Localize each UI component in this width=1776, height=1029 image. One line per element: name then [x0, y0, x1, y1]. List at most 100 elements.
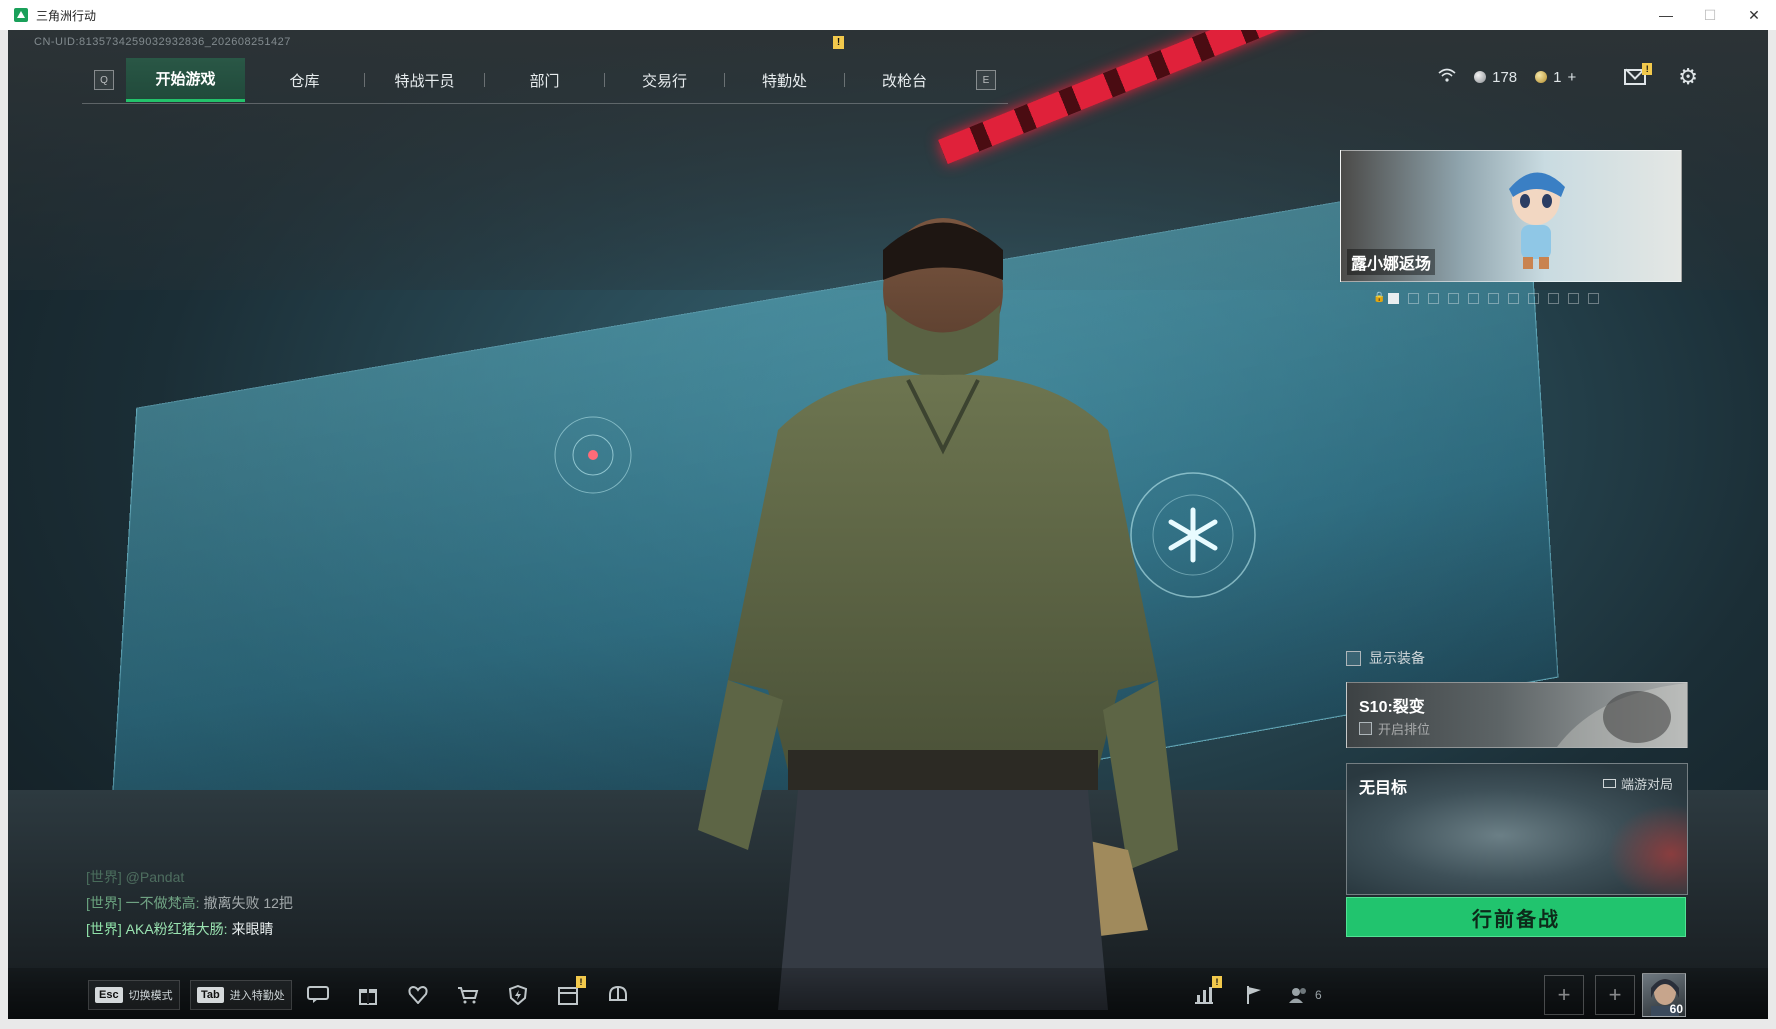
banner-lock-icon: 🔒 — [1373, 292, 1386, 303]
season-card[interactable]: S10:裂变 开启排位 — [1346, 682, 1688, 748]
nav-prev-key[interactable]: Q — [94, 70, 114, 90]
currency-silver-amount: 178 — [1492, 68, 1518, 86]
silver-coin-icon — [1474, 71, 1487, 83]
map-card[interactable]: 无目标 端游对局 — [1346, 763, 1688, 895]
team-slot-add-button[interactable]: + — [1595, 975, 1635, 1015]
operator-character — [698, 218, 1178, 1010]
switch-mode-hotkey[interactable]: Esc 切换模式 — [88, 980, 180, 1010]
currency-gold[interactable]: 1 + — [1535, 69, 1576, 86]
banner-dot[interactable] — [1528, 292, 1539, 304]
tab-department[interactable]: 部门 — [485, 58, 604, 102]
team-slot-add-button[interactable]: + — [1544, 975, 1584, 1015]
chat-sender: @Pandat — [125, 869, 185, 885]
chat-icon[interactable] — [304, 982, 332, 1008]
minimize-button[interactable]: — — [1644, 0, 1688, 30]
game-viewport: CN-UID:8135734259032932836_202608251427 … — [8, 30, 1768, 1019]
chat-sender: 一不做梵高: — [125, 895, 200, 911]
chat-line: [世界] 一不做梵高: 撤离失败 12把 — [86, 890, 293, 916]
tab-operators[interactable]: 特战干员 — [365, 58, 484, 102]
banner-character — [1509, 172, 1565, 269]
hotkey-key: Esc — [95, 987, 123, 1003]
calendar-badge: ! — [576, 976, 586, 988]
banner-dot[interactable] — [1388, 292, 1399, 304]
hotkey-label: 进入特勤处 — [229, 990, 285, 1002]
tab-special-ops-label: 特勤处 — [761, 72, 807, 90]
shop-icon[interactable] — [454, 982, 482, 1008]
hotkey-key: Tab — [197, 987, 224, 1003]
prepare-battle-button[interactable]: 行前备战 — [1346, 897, 1686, 937]
ranked-label: 开启排位 — [1378, 722, 1431, 737]
show-gear-toggle[interactable]: 显示装备 — [1346, 648, 1425, 668]
flag-icon[interactable] — [1240, 982, 1268, 1008]
friends-button[interactable]: 6 — [1288, 986, 1322, 1004]
banner-pagination: 🔒 — [1373, 292, 1599, 304]
main-nav: Q 开始游戏 仓库 特战干员 部门 交易行 特勤处 ! 改枪台 E — [82, 36, 1008, 104]
banner-dot[interactable] — [1548, 292, 1559, 304]
window-border-left — [0, 30, 8, 1029]
tab-special-ops-badge: ! — [833, 36, 844, 49]
banner-dot[interactable] — [1568, 292, 1579, 304]
window-border-right — [1768, 30, 1776, 1029]
mail-icon[interactable]: ! — [1624, 63, 1653, 85]
currency-silver[interactable]: 178 — [1474, 69, 1517, 86]
map-terrain-red — [1607, 804, 1687, 894]
gear-icon[interactable]: ⚙ — [1678, 64, 1698, 90]
gift-icon[interactable] — [354, 982, 382, 1008]
banner-dot[interactable] — [1508, 292, 1519, 304]
monitor-icon — [1602, 779, 1616, 788]
shield-bolt-icon[interactable] — [504, 982, 532, 1008]
chat-line: [世界] @Pandat — [86, 864, 293, 890]
scene-radar-icon — [554, 416, 632, 494]
banner-dot[interactable] — [1588, 292, 1599, 304]
player-level: 60 — [1669, 1002, 1683, 1016]
show-gear-checkbox[interactable] — [1346, 650, 1361, 666]
chat-sender: AKA粉红猪大肠: — [125, 921, 228, 937]
banner-dot[interactable] — [1468, 292, 1479, 304]
currency-gold-amount: 1 — [1553, 68, 1562, 86]
player-avatar[interactable]: 60 — [1642, 973, 1686, 1017]
map-mode-label: 端游对局 — [1620, 777, 1673, 792]
window-title: 三角洲行动 — [36, 8, 97, 23]
currency-add-button[interactable]: + — [1568, 69, 1577, 86]
maximize-button[interactable]: ☐ — [1688, 0, 1732, 30]
friends-icon — [1289, 988, 1306, 1003]
window-titlebar: 三角洲行动 — ☐ ✕ — [0, 0, 1776, 31]
banner-dot[interactable] — [1448, 292, 1459, 304]
calendar-icon[interactable]: ! — [554, 976, 586, 1008]
tab-start-game[interactable]: 开始游戏 — [126, 58, 245, 102]
season-art — [1557, 683, 1687, 747]
ranked-checkbox[interactable] — [1359, 722, 1372, 735]
tab-special-ops[interactable]: 特勤处 ! — [725, 36, 844, 102]
show-gear-label: 显示装备 — [1369, 650, 1425, 666]
chat-message: 来眼睛 — [231, 921, 274, 937]
tab-market[interactable]: 交易行 — [605, 58, 724, 102]
chat-channel: [世界] — [86, 921, 122, 937]
helmet-icon[interactable] — [604, 982, 632, 1008]
chat-channel: [世界] — [86, 895, 122, 911]
enter-special-ops-hotkey[interactable]: Tab 进入特勤处 — [190, 980, 292, 1010]
banner-dot[interactable] — [1488, 292, 1499, 304]
ranked-toggle[interactable]: 开启排位 — [1359, 719, 1430, 738]
app-logo-icon — [14, 8, 28, 22]
event-banner[interactable]: 露小娜返场 — [1340, 150, 1682, 282]
gold-coin-icon — [1535, 71, 1548, 83]
banner-dot[interactable] — [1428, 292, 1439, 304]
chat-line: [世界] AKA粉红猪大肠: 来眼睛 — [86, 916, 293, 942]
banner-dot[interactable] — [1408, 292, 1419, 304]
top-status-bar: 178 1 + ! ⚙ — [1438, 63, 1698, 90]
banner-title: 露小娜返场 — [1347, 249, 1436, 275]
close-button[interactable]: ✕ — [1732, 0, 1776, 30]
chat-channel: [世界] — [86, 869, 122, 885]
window-controls: — ☐ ✕ — [1644, 0, 1776, 30]
nav-next-key[interactable]: E — [976, 70, 996, 90]
map-mode: 端游对局 — [1602, 774, 1673, 793]
wifi-icon — [1438, 68, 1456, 87]
world-chat[interactable]: [世界] @Pandat [世界] 一不做梵高: 撤离失败 12把 [世界] A… — [86, 864, 293, 942]
stats-icon[interactable]: ! — [1190, 976, 1222, 1008]
hotkey-label: 切换模式 — [128, 990, 173, 1002]
stats-badge: ! — [1212, 976, 1222, 988]
friends-count: 6 — [1315, 988, 1322, 1002]
tab-warehouse[interactable]: 仓库 — [245, 58, 364, 102]
heart-icon[interactable] — [404, 982, 432, 1008]
tab-gunsmith[interactable]: 改枪台 — [845, 58, 964, 102]
